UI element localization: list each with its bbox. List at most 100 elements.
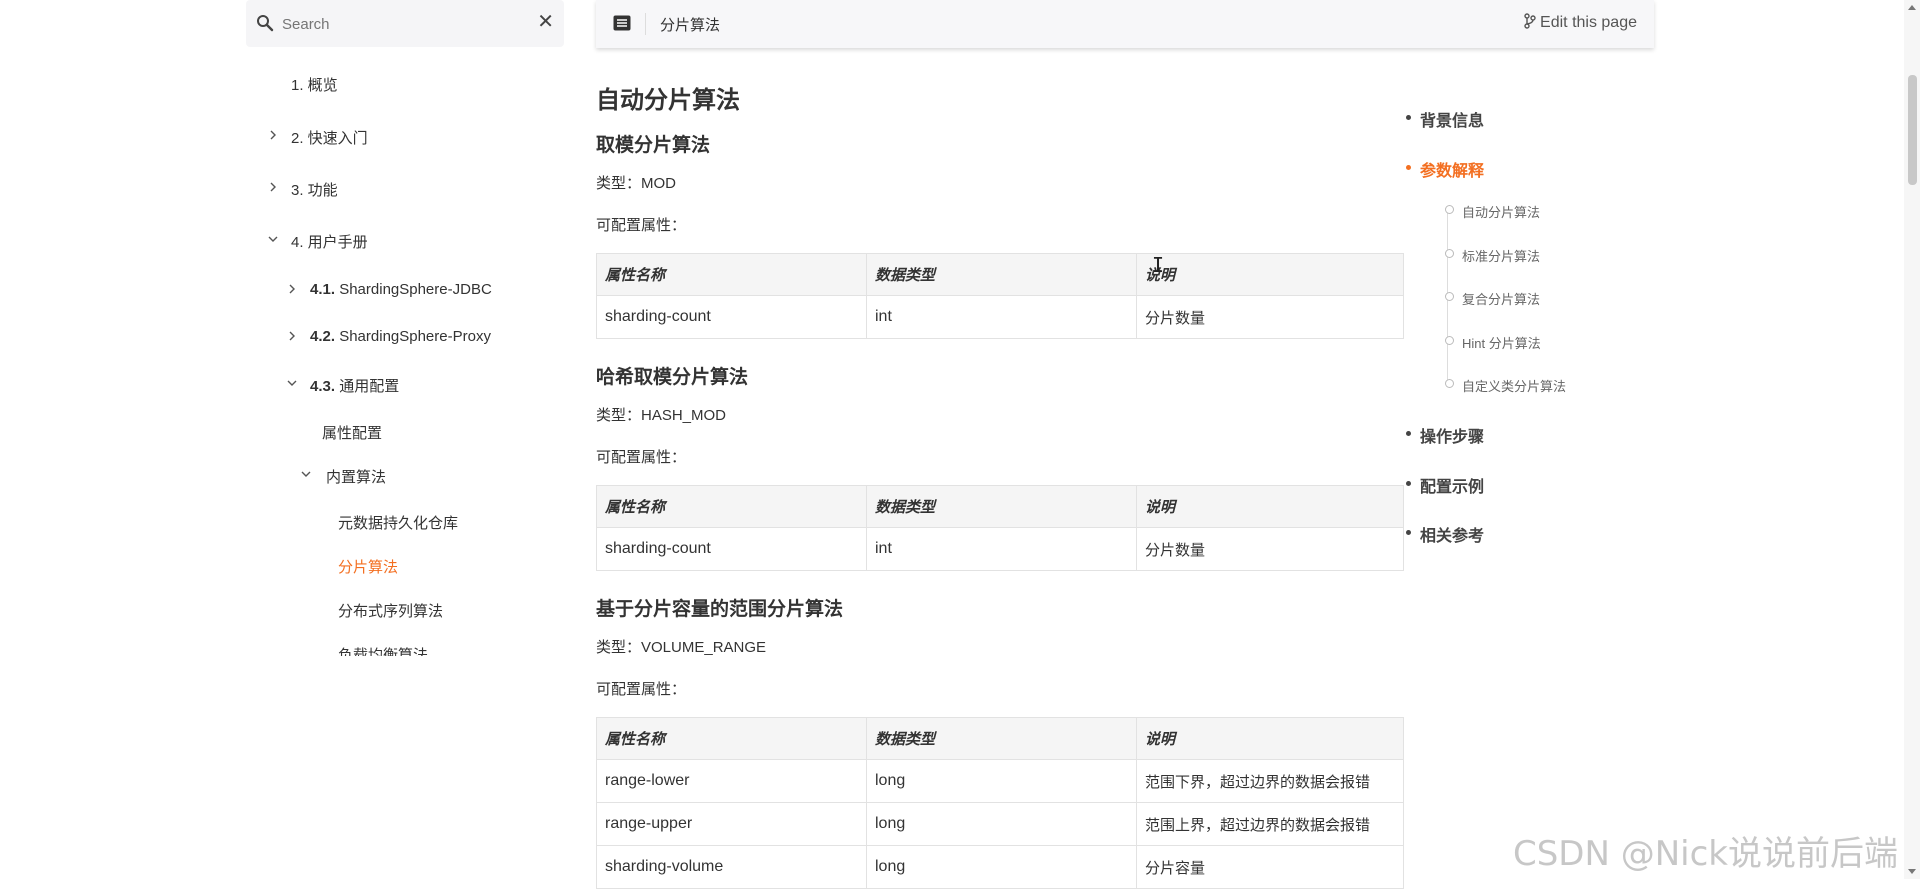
props-table: 属性名称 数据类型 说明 sharding-count int 分片数量 <box>596 485 1404 571</box>
sidebar-item-label: 元数据持久化仓库 <box>338 515 459 532</box>
props-table: 属性名称 数据类型 说明 range-lower long 范围下界，超过边界的… <box>596 717 1404 889</box>
edit-page-link[interactable]: Edit this page <box>1524 13 1637 32</box>
sidebar-item-features[interactable]: 3. 功能 <box>270 179 338 200</box>
table-row: sharding-volume long 分片容量 <box>596 845 1404 889</box>
sidebar-item-label: 通用配置 <box>339 378 400 395</box>
divider <box>645 13 646 35</box>
column-header: 说明 <box>1136 717 1404 760</box>
bullet <box>1406 431 1411 436</box>
search-icon <box>257 15 274 32</box>
sidebar-item-loadbalance-algorithm[interactable]: 负载均衡算法 <box>338 644 428 656</box>
type-line: 类型：MOD <box>596 175 676 192</box>
table-cell: sharding-count <box>596 295 867 339</box>
sidebar-item-keygen-algorithm[interactable]: 分布式序列算法 <box>338 600 443 621</box>
type-line: 类型：VOLUME_RANGE <box>596 639 767 656</box>
sidebar-item-metadata-repository[interactable]: 元数据持久化仓库 <box>338 512 458 533</box>
column-header: 数据类型 <box>866 253 1137 296</box>
table-row: range-upper long 范围上界，超过边界的数据会报错 <box>596 802 1404 846</box>
text-cursor-icon: I <box>1152 253 1165 277</box>
sidebar-item-number: 4.1. <box>310 281 336 298</box>
sidebar-item-user-manual[interactable]: 4. 用户手册 <box>268 231 368 252</box>
toc-sub-label: Hint 分片算法 <box>1462 336 1541 351</box>
column-header: 说明 <box>1136 485 1404 528</box>
sidebar-item-proxy[interactable]: 4.2. ShardingSphere-Proxy <box>289 328 491 345</box>
close-icon[interactable]: ✕ <box>537 11 554 33</box>
table-cell: long <box>866 759 1137 803</box>
sidebar-item-sharding-algorithm[interactable]: 分片算法 <box>338 556 398 577</box>
ring-icon <box>1445 292 1454 301</box>
toc-item[interactable]: 操作步骤 <box>1406 423 1484 447</box>
scrollbar-thumb[interactable] <box>1908 75 1917 185</box>
toc-item-label: 参数解释 <box>1420 163 1485 180</box>
section-title: 哈希取模分片算法 <box>596 367 749 388</box>
table-cell: 分片容量 <box>1136 845 1404 889</box>
scroll-up-arrow-icon[interactable] <box>1908 5 1916 10</box>
props-line: 可配置属性： <box>596 217 687 234</box>
top-bar: 分片算法 Edit this page <box>596 0 1654 48</box>
toc-item[interactable]: 背景信息 <box>1406 107 1485 131</box>
scroll-down-arrow-icon[interactable] <box>1908 869 1916 874</box>
column-header: 说明 <box>1136 253 1404 296</box>
column-header: 属性名称 <box>596 717 867 760</box>
toc-sub-item[interactable]: 自动分片算法 <box>1445 202 1541 221</box>
toc-item-label: 相关参考 <box>1420 528 1485 545</box>
ring-icon <box>1445 205 1454 214</box>
bullet <box>1406 481 1411 486</box>
table-row: range-lower long 范围下界，超过边界的数据会报错 <box>596 759 1404 803</box>
section-title: 基于分片容量的范围分片算法 <box>596 599 844 620</box>
column-header: 属性名称 <box>596 485 867 528</box>
sidebar-item-label: 内置算法 <box>326 469 387 486</box>
sidebar-item-overview[interactable]: 1. 概览 <box>291 74 338 95</box>
toc-item-label: 配置示例 <box>1420 479 1485 496</box>
page-title: 自动分片算法 <box>596 87 740 114</box>
search-input[interactable] <box>280 10 524 38</box>
toc-sub-item[interactable]: 自定义类分片算法 <box>1445 376 1566 395</box>
sidebar-item-builtin-algorithms[interactable]: 内置算法 <box>301 466 387 487</box>
sidebar-item-label: 属性配置 <box>322 425 383 442</box>
sidebar-item-label: 1. 概览 <box>291 77 338 94</box>
chevron-right-icon <box>270 182 276 192</box>
props-line: 可配置属性： <box>596 449 687 466</box>
toc-sub-item[interactable]: 标准分片算法 <box>1445 246 1541 265</box>
column-header: 属性名称 <box>596 253 867 296</box>
sidebar-item-jdbc[interactable]: 4.1. ShardingSphere-JDBC <box>289 281 492 298</box>
sidebar-item-props-config[interactable]: 属性配置 <box>322 422 382 443</box>
chevron-down-icon <box>301 471 311 477</box>
props-line: 可配置属性： <box>596 681 687 698</box>
toc-sub-label: 标准分片算法 <box>1462 249 1541 264</box>
table-cell: sharding-volume <box>596 845 867 889</box>
toc-item-label: 背景信息 <box>1420 113 1485 130</box>
ring-icon <box>1445 249 1454 258</box>
menu-icon[interactable] <box>613 15 631 31</box>
scrollbar[interactable] <box>1904 0 1920 879</box>
table-row: sharding-count int 分片数量 <box>596 527 1404 571</box>
table-cell: long <box>866 845 1137 889</box>
table-cell: int <box>866 295 1137 339</box>
bullet <box>1406 530 1411 535</box>
breadcrumb: 分片算法 <box>660 17 721 34</box>
table-cell: 范围下界，超过边界的数据会报错 <box>1136 759 1404 803</box>
sidebar-item-quickstart[interactable]: 2. 快速入门 <box>270 127 368 148</box>
search-box: ✕ <box>246 0 564 47</box>
edit-page-label: Edit this page <box>1540 14 1637 31</box>
sidebar-item-label: ShardingSphere-JDBC <box>339 281 492 298</box>
sidebar-item-common-config[interactable]: 4.3. 通用配置 <box>287 375 400 396</box>
sidebar-item-label: 3. 功能 <box>291 182 338 199</box>
toc-sub-item[interactable]: Hint 分片算法 <box>1445 333 1541 352</box>
sidebar-item-label: ShardingSphere-Proxy <box>339 328 491 345</box>
toc-sub-label: 自动分片算法 <box>1462 205 1541 220</box>
bullet <box>1406 165 1411 170</box>
table-cell: 范围上界，超过边界的数据会报错 <box>1136 802 1404 846</box>
toc-item[interactable]: 配置示例 <box>1406 473 1485 497</box>
table-cell: 分片数量 <box>1136 527 1404 571</box>
section-title: 取模分片算法 <box>596 135 711 156</box>
toc-item[interactable]: 相关参考 <box>1406 522 1485 546</box>
chevron-down-icon <box>287 380 297 386</box>
column-header: 数据类型 <box>866 717 1137 760</box>
toc-item[interactable]: 参数解释 <box>1406 157 1485 181</box>
toc-sub-item[interactable]: 复合分片算法 <box>1445 289 1540 308</box>
type-line: 类型：HASH_MOD <box>596 407 727 424</box>
chevron-down-icon <box>268 236 278 242</box>
table-cell: int <box>866 527 1137 571</box>
table-row: sharding-count int 分片数量 <box>596 295 1404 339</box>
